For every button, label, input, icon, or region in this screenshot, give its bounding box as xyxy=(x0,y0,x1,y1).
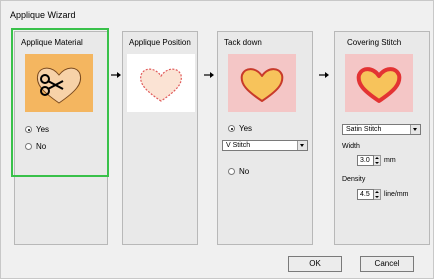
panel-title-covering: Covering Stitch xyxy=(347,38,402,47)
panel-title-position: Applique Position xyxy=(129,38,191,47)
tackdown-illustration xyxy=(228,54,296,112)
title-bar: Applique Wizard xyxy=(1,1,433,23)
tackdown-stitch-select[interactable]: V Stitch xyxy=(222,140,308,151)
material-illustration xyxy=(25,54,93,112)
tackdown-yes-radio[interactable]: Yes xyxy=(228,124,252,133)
density-input[interactable] xyxy=(357,188,374,200)
window-title: Applique Wizard xyxy=(10,10,76,20)
chevron-down-icon[interactable] xyxy=(410,125,420,134)
covering-stitch-select[interactable]: Satin Stitch xyxy=(342,124,421,135)
covering-illustration xyxy=(345,54,413,112)
arrow-right-icon xyxy=(204,72,214,78)
applique-wizard-window: Applique Wizard Applique Material Yes No xyxy=(0,0,434,279)
heart-icon xyxy=(240,68,284,102)
radio-dot xyxy=(228,125,235,132)
ok-button[interactable]: OK xyxy=(288,256,342,272)
density-label: Density xyxy=(342,176,366,183)
radio-dot xyxy=(25,143,32,150)
heart-icon xyxy=(36,67,82,104)
width-label: Width xyxy=(342,143,360,150)
heart-icon xyxy=(140,68,182,102)
material-yes-radio[interactable]: Yes xyxy=(25,125,49,134)
arrow-right-icon xyxy=(111,72,121,78)
width-input[interactable] xyxy=(357,154,374,166)
panel-title-tackdown: Tack down xyxy=(224,38,262,47)
density-spinner[interactable]: line/mm xyxy=(357,188,409,200)
applique-position-panel: Applique Position xyxy=(122,31,198,245)
width-spinner[interactable]: mm xyxy=(357,154,396,166)
density-spin-buttons[interactable] xyxy=(374,188,381,200)
applique-material-panel: Applique Material Yes No xyxy=(14,31,108,245)
tackdown-no-radio[interactable]: No xyxy=(228,167,249,176)
panel-title-material: Applique Material xyxy=(21,38,83,47)
radio-dot xyxy=(228,168,235,175)
width-spin-buttons[interactable] xyxy=(374,154,381,166)
tack-down-panel: Tack down Yes V Stitch No xyxy=(217,31,313,245)
covering-stitch-panel: Covering Stitch Satin Stitch Width mm De… xyxy=(334,31,430,245)
position-illustration xyxy=(127,54,195,112)
cancel-button[interactable]: Cancel xyxy=(360,256,414,272)
material-no-radio[interactable]: No xyxy=(25,142,46,151)
radio-dot xyxy=(25,126,32,133)
chevron-down-icon[interactable] xyxy=(297,141,307,150)
heart-icon xyxy=(356,67,402,103)
arrow-right-icon xyxy=(319,72,329,78)
